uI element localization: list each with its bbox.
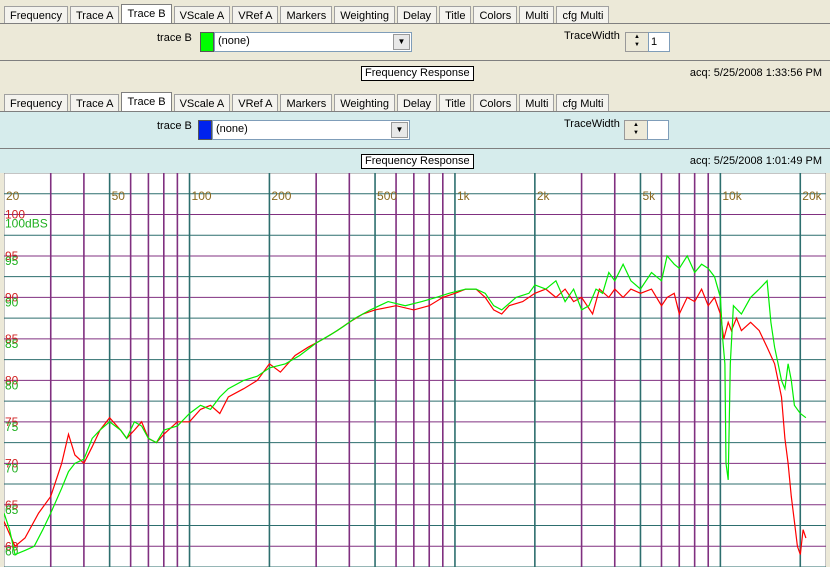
x-tick-label: 2k bbox=[537, 189, 551, 203]
tab-bar-bottom: Frequency Trace A Trace B VScale A VRef A Mar… bbox=[4, 92, 611, 113]
y-tick-label-green: 95 bbox=[5, 254, 19, 268]
y-tick-label-green: 80 bbox=[5, 378, 19, 392]
trace-b-select[interactable]: (none) ▼ bbox=[214, 32, 412, 52]
y-tick-label-green: 60 bbox=[5, 544, 19, 558]
y-tick-label-green: 70 bbox=[5, 461, 19, 475]
x-tick-label: 20k bbox=[802, 189, 822, 203]
trace-controls-top: trace B (none) ▼ TraceWidth ▲ ▼ 1 bbox=[0, 23, 830, 60]
trace-controls-bottom: trace B (none) ▼ TraceWidth ▲ ▼ bbox=[0, 111, 830, 148]
graph-title: Frequency Response bbox=[361, 154, 474, 169]
trace-b-select-value: (none) bbox=[218, 35, 250, 47]
x-tick-label: 5k bbox=[642, 189, 656, 203]
y-tick-label-green: 65 bbox=[5, 503, 19, 517]
tab-trace-b[interactable]: Trace B bbox=[121, 4, 172, 25]
y-tick-label-green: 90 bbox=[5, 295, 19, 309]
trace-color-swatch[interactable] bbox=[200, 32, 214, 52]
tracewidth-spinner[interactable]: ▲ ▼ bbox=[625, 32, 649, 52]
tracewidth-field[interactable]: 1 bbox=[648, 32, 670, 52]
x-tick-label: 500 bbox=[377, 189, 397, 203]
y-tick-label-green: 75 bbox=[5, 420, 19, 434]
acquisition-time: acq: 5/25/2008 1:33:56 PM bbox=[689, 67, 822, 79]
trace-color-swatch[interactable] bbox=[198, 120, 212, 140]
trace-b-select-value: (none) bbox=[216, 123, 248, 135]
x-tick-label: 50 bbox=[112, 189, 126, 203]
plot-background bbox=[4, 173, 826, 567]
frequency-response-chart[interactable]: 20 50 100 200 500 1k 2k 5k 10k 20k 60 65 70 75 80 85 90 9… bbox=[4, 173, 826, 567]
trace-b-label: trace B bbox=[157, 32, 192, 44]
tab-bar-top: Frequency Trace A Trace B VScale A VRef A Mar… bbox=[4, 4, 611, 25]
x-tick-label: 100 bbox=[192, 189, 212, 203]
tracewidth-field[interactable] bbox=[647, 120, 669, 140]
acquisition-time: acq: 5/25/2008 1:01:49 PM bbox=[689, 155, 822, 167]
trace-b-label: trace B bbox=[157, 120, 192, 132]
x-tick-label: 200 bbox=[271, 189, 291, 203]
tracewidth-label: TraceWidth bbox=[564, 30, 620, 42]
x-tick-label: 1k bbox=[457, 189, 471, 203]
y-unit-label-green: 100dBS bbox=[5, 216, 48, 230]
y-tick-label-green: 85 bbox=[5, 337, 19, 351]
graph-title: Frequency Response bbox=[361, 66, 474, 81]
tracewidth-spinner[interactable]: ▲ ▼ bbox=[624, 120, 648, 140]
graph-header-bottom: Frequency Response acq: 5/25/2008 1:01:4… bbox=[0, 148, 830, 173]
trace-b-select[interactable]: (none) ▼ bbox=[212, 120, 410, 140]
chevron-down-icon[interactable]: ▼ bbox=[391, 122, 408, 138]
tracewidth-label: TraceWidth bbox=[564, 118, 620, 130]
frequency-response-window-top: Frequency Trace A Trace B VScale A VRef A Mar… bbox=[0, 0, 830, 88]
tab-trace-b[interactable]: Trace B bbox=[121, 92, 172, 113]
chevron-down-icon[interactable]: ▼ bbox=[393, 34, 410, 50]
graph-header-top: Frequency Response acq: 5/25/2008 1:33:5… bbox=[0, 60, 830, 85]
x-tick-label: 10k bbox=[722, 189, 742, 203]
x-tick-label: 20 bbox=[6, 189, 20, 203]
